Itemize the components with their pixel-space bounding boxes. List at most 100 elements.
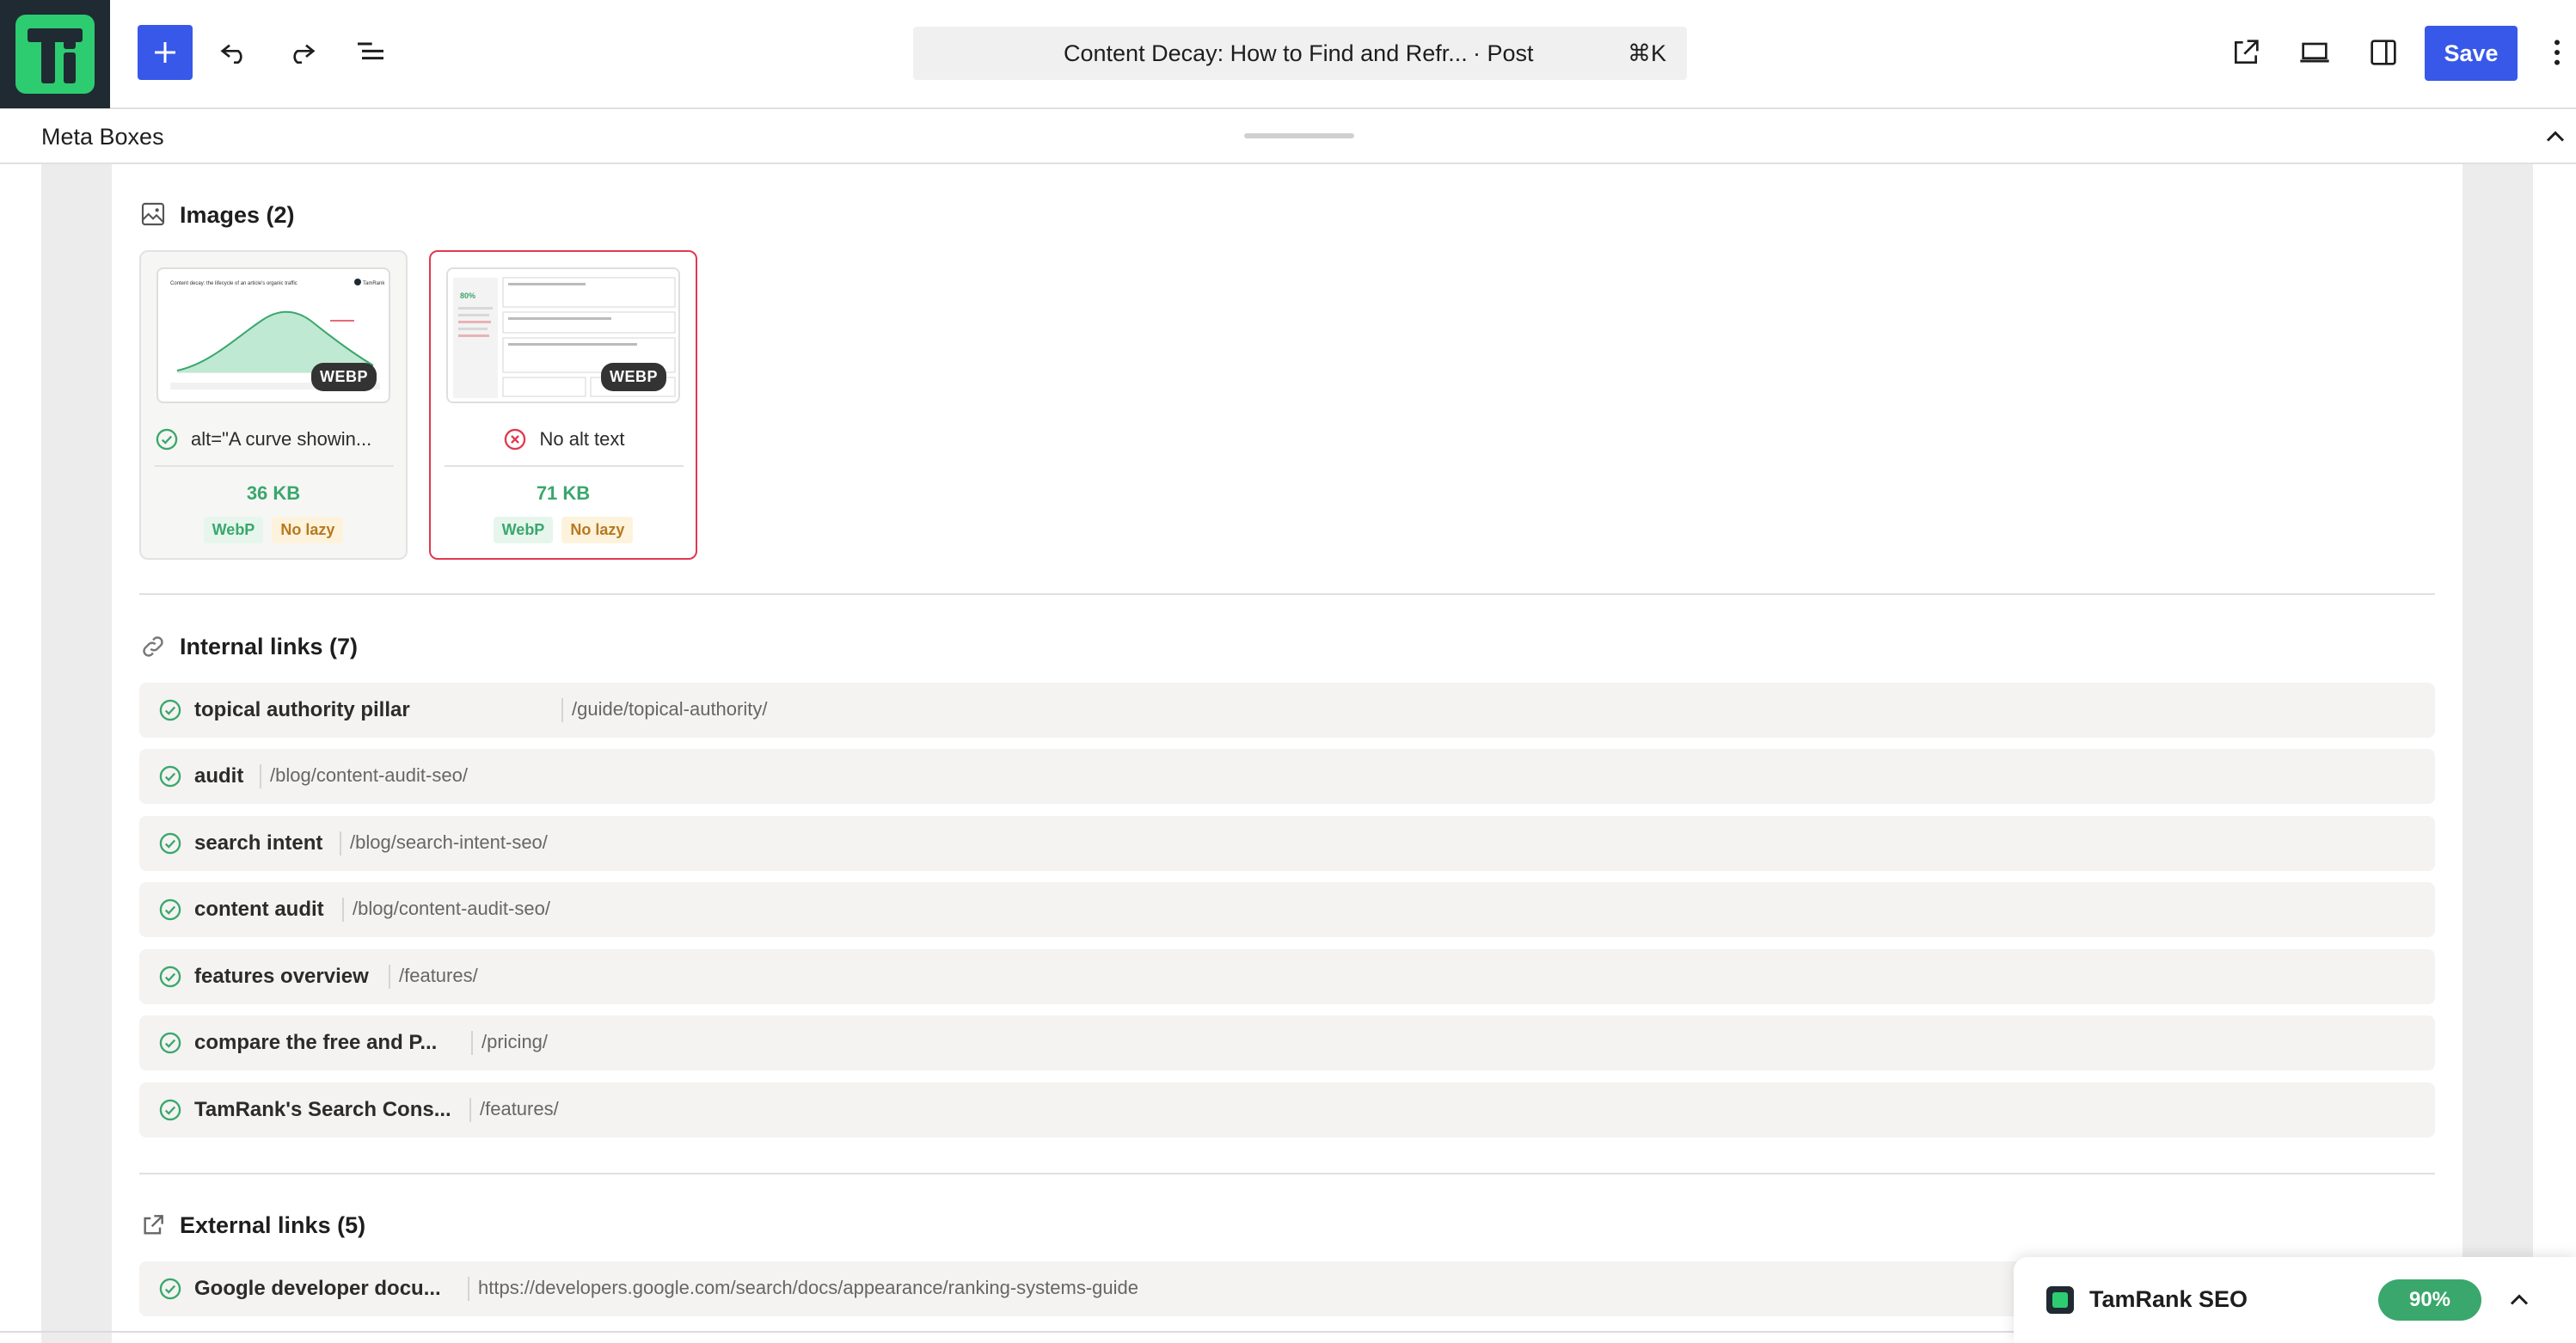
internal-links-section-title: Internal links (7) (180, 634, 359, 659)
save-button[interactable]: Save (2425, 26, 2518, 81)
check-circle-icon (159, 1099, 181, 1121)
internal-link-row[interactable]: audit /blog/content-audit-seo/ (139, 749, 2435, 804)
alt-text-value: No alt text (539, 428, 625, 450)
view-post-button[interactable] (2218, 25, 2273, 80)
alt-text-status: alt="A curve showin... (155, 426, 394, 453)
external-link-icon (144, 1215, 163, 1235)
check-circle-icon (159, 765, 181, 788)
internal-link-row[interactable]: features overview /features/ (139, 949, 2435, 1004)
command-palette-button[interactable]: Content Decay: How to Find and Refr... ·… (913, 27, 1687, 80)
link-url: /blog/content-audit-seo/ (342, 898, 550, 922)
image-card[interactable]: 80% WEBP No alt text 71 KB WebP No lazy (429, 250, 697, 560)
internal-link-row[interactable]: content audit /blog/content-audit-seo/ (139, 882, 2435, 937)
format-badge: WEBP (311, 363, 377, 391)
preview-button[interactable] (2287, 25, 2342, 80)
image-chips: WebP No lazy (431, 517, 696, 543)
lazy-chip: No lazy (561, 517, 634, 543)
link-anchor-text: topical authority pillar (194, 698, 410, 721)
check-circle-icon (159, 898, 181, 921)
external-link-icon (2235, 40, 2259, 64)
tamrank-logo-icon (2046, 1286, 2074, 1314)
link-anchor-text: content audit (194, 898, 324, 921)
format-chip: WebP (203, 517, 264, 543)
section-divider (139, 593, 2435, 595)
check-circle-icon (159, 1278, 181, 1300)
post-type: · Post (1473, 40, 1534, 66)
tamrank-logo-icon (15, 15, 95, 94)
seo-score-widget[interactable]: TamRank SEO 90% (2014, 1257, 2576, 1343)
settings-sidebar-button[interactable] (2356, 25, 2411, 80)
check-circle-icon (159, 1032, 181, 1054)
seo-plugin-name: TamRank SEO (2089, 1286, 2248, 1312)
link-anchor-text: compare the free and P... (194, 1031, 438, 1054)
chevron-up-icon[interactable] (2540, 121, 2571, 152)
redo-button[interactable] (274, 25, 329, 80)
document-overview-button[interactable] (343, 25, 398, 80)
link-anchor-text: search intent (194, 831, 323, 855)
alt-text-status: No alt text (445, 426, 684, 453)
editor-toolbar: Content Decay: How to Find and Refr... ·… (0, 0, 2576, 109)
check-circle-icon (159, 699, 181, 721)
meta-boxes-header[interactable]: Meta Boxes (0, 109, 2576, 164)
post-title: Content Decay: How to Find and Refr... (1064, 40, 1468, 66)
image-file-size: 71 KB (536, 482, 591, 504)
link-anchor-text: TamRank's Search Cons... (194, 1098, 451, 1121)
image-file-size: 36 KB (246, 482, 301, 504)
desktop-icon (2300, 42, 2329, 63)
link-url: /features/ (469, 1098, 559, 1122)
site-logo[interactable] (0, 0, 110, 108)
link-url: /guide/topical-authority/ (561, 698, 767, 722)
sidebar-icon (2371, 40, 2396, 65)
plus-icon (155, 42, 175, 63)
external-links-section-title: External links (5) (180, 1212, 366, 1238)
check-circle-icon (156, 428, 178, 451)
link-url: /blog/content-audit-seo/ (260, 764, 468, 788)
add-block-button[interactable] (138, 25, 193, 80)
link-url: https://developers.google.com/search/doc… (468, 1277, 1138, 1301)
internal-link-row[interactable]: TamRank's Search Cons... /features/ (139, 1082, 2435, 1138)
seo-score-badge: 90% (2378, 1279, 2481, 1321)
format-chip: WebP (493, 517, 554, 543)
more-vertical-icon (2555, 40, 2560, 65)
resize-handle[interactable] (1244, 133, 1354, 138)
images-section-title: Images (2) (180, 202, 295, 228)
image-chips: WebP No lazy (141, 517, 406, 543)
link-url: /blog/search-intent-seo/ (340, 831, 548, 855)
canvas-gutter-left (41, 164, 112, 1343)
editor-screen: Content Decay: How to Find and Refr... ·… (0, 0, 2576, 1343)
card-divider (155, 465, 394, 467)
link-icon (143, 636, 163, 657)
check-circle-icon (159, 832, 181, 855)
image-thumbnail: 80% WEBP (446, 267, 680, 403)
section-divider (139, 1173, 2435, 1174)
undo-button[interactable] (206, 25, 261, 80)
internal-link-row[interactable]: compare the free and P... /pricing/ (139, 1015, 2435, 1070)
list-view-icon (358, 42, 383, 60)
check-circle-icon (159, 966, 181, 988)
link-anchor-text: Google developer docu... (194, 1277, 441, 1300)
link-anchor-text: audit (194, 764, 244, 788)
error-circle-icon (505, 428, 526, 451)
card-divider (445, 465, 684, 467)
link-anchor-text: features overview (194, 965, 369, 988)
link-url: /features/ (389, 965, 478, 989)
image-thumbnail: Content decay: the lifecycle of an artic… (156, 267, 390, 403)
svg-text:TamRank: TamRank (363, 281, 385, 286)
link-url: /pricing/ (471, 1031, 548, 1055)
image-card[interactable]: Content decay: the lifecycle of an artic… (139, 250, 408, 560)
internal-link-row[interactable]: search intent /blog/search-intent-seo/ (139, 816, 2435, 871)
undo-icon (220, 44, 242, 64)
internal-link-row[interactable]: topical authority pillar /guide/topical-… (139, 683, 2435, 738)
format-badge: WEBP (601, 363, 666, 391)
svg-text:80%: 80% (460, 291, 475, 300)
alt-text-value: alt="A curve showin... (191, 428, 372, 450)
canvas-gutter-right (2463, 164, 2533, 1343)
chevron-up-icon[interactable] (2504, 1285, 2535, 1315)
image-icon (141, 202, 165, 226)
options-menu-button[interactable] (2540, 25, 2574, 80)
redo-icon (293, 44, 316, 64)
shortcut-hint: ⌘K (1628, 40, 1667, 66)
svg-text:Content decay: the lifecycle o: Content decay: the lifecycle of an artic… (170, 281, 297, 286)
meta-boxes-label: Meta Boxes (41, 124, 164, 150)
lazy-chip: No lazy (272, 517, 344, 543)
